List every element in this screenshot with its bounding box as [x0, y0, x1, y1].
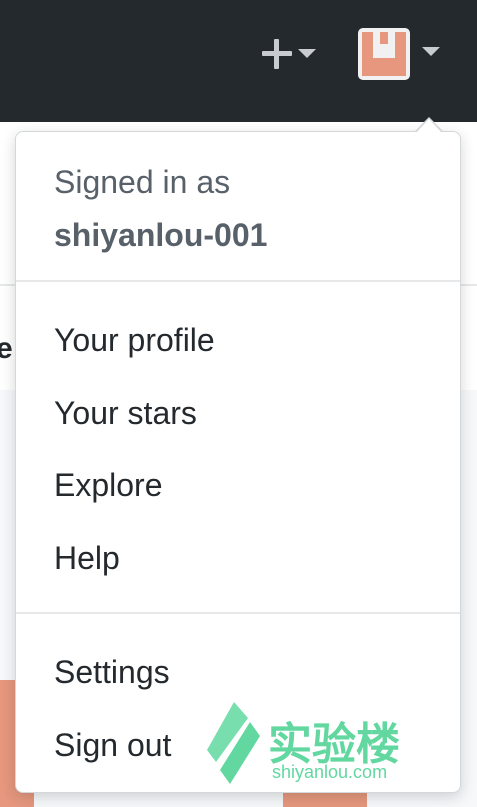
shiyanlou-logo-icon	[207, 702, 260, 784]
avatar	[358, 28, 410, 80]
user-menu-button[interactable]	[356, 28, 451, 84]
menu-item-label: Explore	[54, 467, 163, 503]
menu-item-label: Settings	[54, 654, 170, 690]
menu-item-label: Sign out	[54, 727, 172, 763]
menu-divider	[16, 280, 460, 282]
signed-in-label: Signed in as	[54, 164, 231, 200]
user-dropdown-menu: Signed in as shiyanlou-001 Your profile …	[15, 117, 461, 793]
menu-item-label: Your profile	[54, 322, 215, 358]
menu-item-help[interactable]: Help	[16, 530, 460, 588]
caret-down-icon	[422, 47, 440, 56]
top-header-bar	[0, 0, 477, 122]
shiyanlou-watermark: 实验楼 shiyanlou.com	[204, 700, 419, 790]
menu-item-label: Help	[54, 540, 120, 576]
menu-divider	[16, 612, 460, 614]
menu-item-your-profile[interactable]: Your profile	[16, 312, 460, 370]
create-new-button[interactable]	[258, 32, 322, 76]
page-text-fragment: e	[0, 332, 13, 365]
caret-down-icon	[298, 49, 316, 58]
username: shiyanlou-001	[54, 217, 268, 253]
watermark-url-text: shiyanlou.com	[272, 762, 388, 782]
menu-item-explore[interactable]: Explore	[16, 457, 460, 515]
menu-item-settings[interactable]: Settings	[16, 644, 460, 702]
menu-item-label: Your stars	[54, 395, 197, 431]
menu-item-your-stars[interactable]: Your stars	[16, 385, 460, 443]
